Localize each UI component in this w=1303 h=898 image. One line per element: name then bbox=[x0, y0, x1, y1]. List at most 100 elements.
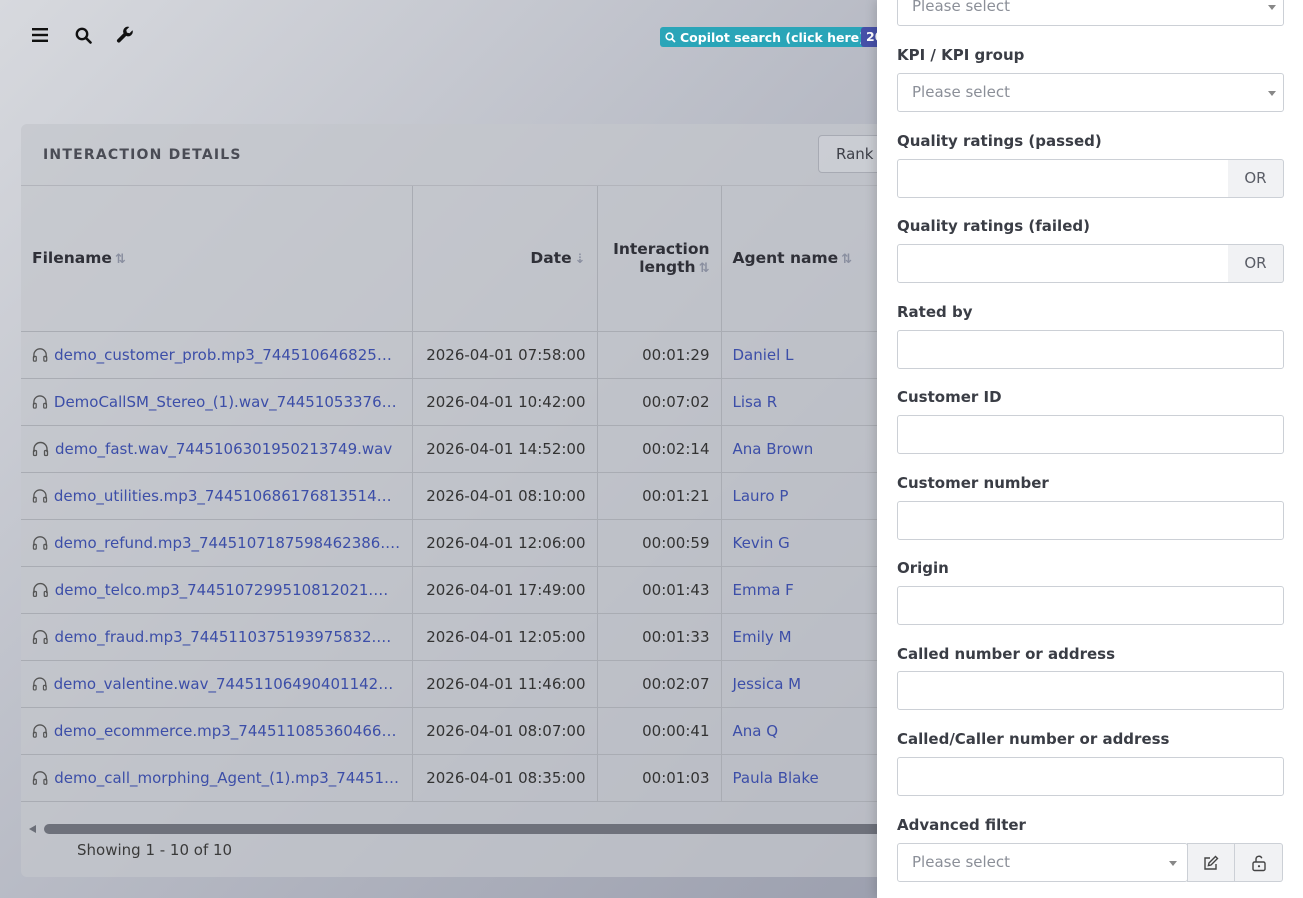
horizontal-scrollbar[interactable] bbox=[29, 824, 921, 834]
headphones-icon[interactable] bbox=[32, 488, 48, 504]
filter-panel: Please select KPI / KPI group Please sel… bbox=[877, 0, 1303, 898]
customer-id-input[interactable] bbox=[897, 415, 1284, 454]
sort-icon[interactable]: ⇅ bbox=[699, 261, 710, 276]
filename-link[interactable]: demo_fraud.mp3_7445110375193975832.mp3 bbox=[55, 628, 401, 646]
scrollbar-thumb[interactable] bbox=[44, 824, 921, 834]
chevron-down-icon bbox=[1268, 91, 1276, 96]
agent-link[interactable]: Paula Blake bbox=[733, 769, 819, 787]
sort-icon[interactable]: ⇅ bbox=[841, 252, 852, 267]
headphones-icon[interactable] bbox=[32, 394, 48, 410]
sort-desc-icon[interactable]: ⇣ bbox=[575, 252, 586, 267]
date-cell: 2026-04-01 11:46:00 bbox=[412, 660, 598, 709]
filename-link[interactable]: demo_valentine.wav_7445110649040114277.w… bbox=[54, 675, 401, 693]
length-cell: 00:01:29 bbox=[597, 331, 722, 379]
length-cell: 00:01:21 bbox=[597, 472, 722, 520]
rated-by-input[interactable] bbox=[897, 330, 1284, 369]
filename-link[interactable]: demo_fast.wav_7445106301950213749.wav bbox=[55, 440, 392, 458]
headphones-icon[interactable] bbox=[32, 535, 48, 551]
length-cell: 00:00:41 bbox=[597, 707, 722, 756]
copilot-search-icon bbox=[665, 31, 676, 43]
called-caller-input[interactable] bbox=[897, 757, 1284, 796]
top-select[interactable]: Please select bbox=[897, 0, 1284, 26]
quality-passed-input[interactable] bbox=[897, 159, 1229, 198]
filename-cell: demo_customer_prob.mp3_744510646825013..… bbox=[21, 331, 413, 379]
column-header-agent[interactable]: Agent name ⇅ bbox=[721, 186, 901, 332]
customer-number-label: Customer number bbox=[897, 474, 1049, 492]
agent-link[interactable]: Jessica M bbox=[733, 675, 802, 693]
headphones-icon[interactable] bbox=[32, 676, 48, 692]
agent-link[interactable]: Lisa R bbox=[733, 393, 778, 411]
table-row: demo_ecommerce.mp3_744511085360466723...… bbox=[21, 707, 901, 756]
search-icon[interactable] bbox=[72, 24, 94, 46]
sort-icon[interactable]: ⇅ bbox=[115, 252, 126, 267]
filename-link[interactable]: demo_refund.mp3_7445107187598462386.mp3 bbox=[54, 534, 400, 552]
quality-passed-label: Quality ratings (passed) bbox=[897, 132, 1102, 150]
column-length-label-2: length bbox=[639, 258, 696, 277]
filename-link[interactable]: demo_utilities.mp3_7445106861768135148.m… bbox=[54, 487, 401, 505]
edit-filter-button[interactable] bbox=[1187, 843, 1235, 882]
interactions-table: Filename ⇅ Date ⇣ Interaction length ⇅ Agen… bbox=[21, 186, 901, 803]
filename-link[interactable]: demo_customer_prob.mp3_744510646825013..… bbox=[54, 346, 400, 364]
filename-cell: demo_ecommerce.mp3_744511085360466723... bbox=[21, 707, 413, 756]
filename-link[interactable]: demo_call_morphing_Agent_(1).mp3_7445111… bbox=[54, 769, 400, 787]
date-cell: 2026-04-01 08:07:00 bbox=[412, 707, 598, 756]
agent-link[interactable]: Daniel L bbox=[733, 346, 794, 364]
agent-cell: Lisa R bbox=[721, 378, 901, 426]
wrench-icon[interactable] bbox=[114, 24, 136, 46]
filename-cell: demo_valentine.wav_7445110649040114277.w… bbox=[21, 660, 413, 709]
kpi-select-placeholder: Please select bbox=[912, 83, 1011, 101]
filename-cell: demo_fast.wav_7445106301950213749.wav bbox=[21, 425, 413, 473]
copilot-search-button[interactable]: Copilot search (click here) bbox=[660, 27, 870, 47]
column-header-date[interactable]: Date ⇣ bbox=[412, 186, 598, 332]
table-row: demo_telco.mp3_7445107299510812021.mp3 20… bbox=[21, 566, 901, 615]
date-cell: 2026-04-01 12:05:00 bbox=[412, 613, 598, 662]
hamburger-icon[interactable] bbox=[29, 24, 51, 46]
origin-input[interactable] bbox=[897, 586, 1284, 625]
customer-number-input[interactable] bbox=[897, 501, 1284, 540]
filename-link[interactable]: demo_ecommerce.mp3_744511085360466723... bbox=[54, 722, 401, 740]
agent-link[interactable]: Kevin G bbox=[733, 534, 790, 552]
agent-cell: Paula Blake bbox=[721, 754, 901, 803]
headphones-icon[interactable] bbox=[32, 441, 49, 457]
quality-passed-or-button[interactable]: OR bbox=[1228, 159, 1284, 198]
agent-link[interactable]: Ana Q bbox=[733, 722, 779, 740]
filename-cell: demo_fraud.mp3_7445110375193975832.mp3 bbox=[21, 613, 413, 662]
agent-cell: Kevin G bbox=[721, 519, 901, 567]
date-cell: 2026-04-01 17:49:00 bbox=[412, 566, 598, 615]
quality-failed-label: Quality ratings (failed) bbox=[897, 217, 1090, 235]
kpi-select[interactable]: Please select bbox=[897, 73, 1284, 112]
agent-link[interactable]: Lauro P bbox=[733, 487, 789, 505]
agent-cell: Emma F bbox=[721, 566, 901, 615]
copilot-search-label: Copilot search (click here) bbox=[680, 29, 865, 45]
headphones-icon[interactable] bbox=[32, 582, 49, 598]
table-row: demo_fast.wav_7445106301950213749.wav 202… bbox=[21, 425, 901, 473]
length-cell: 00:07:02 bbox=[597, 378, 722, 426]
date-cell: 2026-04-01 10:42:00 bbox=[412, 378, 598, 426]
called-number-label: Called number or address bbox=[897, 645, 1116, 663]
headphones-icon[interactable] bbox=[32, 629, 49, 645]
length-cell: 00:01:43 bbox=[597, 566, 722, 615]
unlock-icon bbox=[1251, 855, 1266, 871]
agent-link[interactable]: Emma F bbox=[733, 581, 794, 599]
table-row: demo_utilities.mp3_7445106861768135148.m… bbox=[21, 472, 901, 520]
length-cell: 00:00:59 bbox=[597, 519, 722, 567]
chevron-down-icon bbox=[1169, 861, 1177, 866]
date-cell: 2026-04-01 14:52:00 bbox=[412, 425, 598, 473]
lock-filter-button[interactable] bbox=[1235, 843, 1283, 882]
filename-link[interactable]: DemoCallSM_Stereo_(1).wav_74451053376755… bbox=[54, 393, 401, 411]
scroll-left-icon[interactable] bbox=[29, 825, 36, 833]
headphones-icon[interactable] bbox=[32, 347, 48, 363]
column-header-length[interactable]: Interaction length ⇅ bbox=[597, 186, 722, 332]
advanced-filter-select[interactable]: Please select bbox=[897, 843, 1188, 882]
column-header-filename[interactable]: Filename ⇅ bbox=[21, 186, 413, 332]
headphones-icon[interactable] bbox=[32, 770, 48, 786]
quality-failed-input[interactable] bbox=[897, 244, 1229, 283]
called-number-input[interactable] bbox=[897, 671, 1284, 710]
agent-link[interactable]: Ana Brown bbox=[733, 440, 814, 458]
agent-link[interactable]: Emily M bbox=[733, 628, 792, 646]
filename-link[interactable]: demo_telco.mp3_7445107299510812021.mp3 bbox=[55, 581, 401, 599]
headphones-icon[interactable] bbox=[32, 723, 48, 739]
card-title: INTERACTION DETAILS bbox=[43, 146, 242, 163]
quality-failed-or-button[interactable]: OR bbox=[1228, 244, 1284, 283]
filename-cell: demo_utilities.mp3_7445106861768135148.m… bbox=[21, 472, 413, 520]
